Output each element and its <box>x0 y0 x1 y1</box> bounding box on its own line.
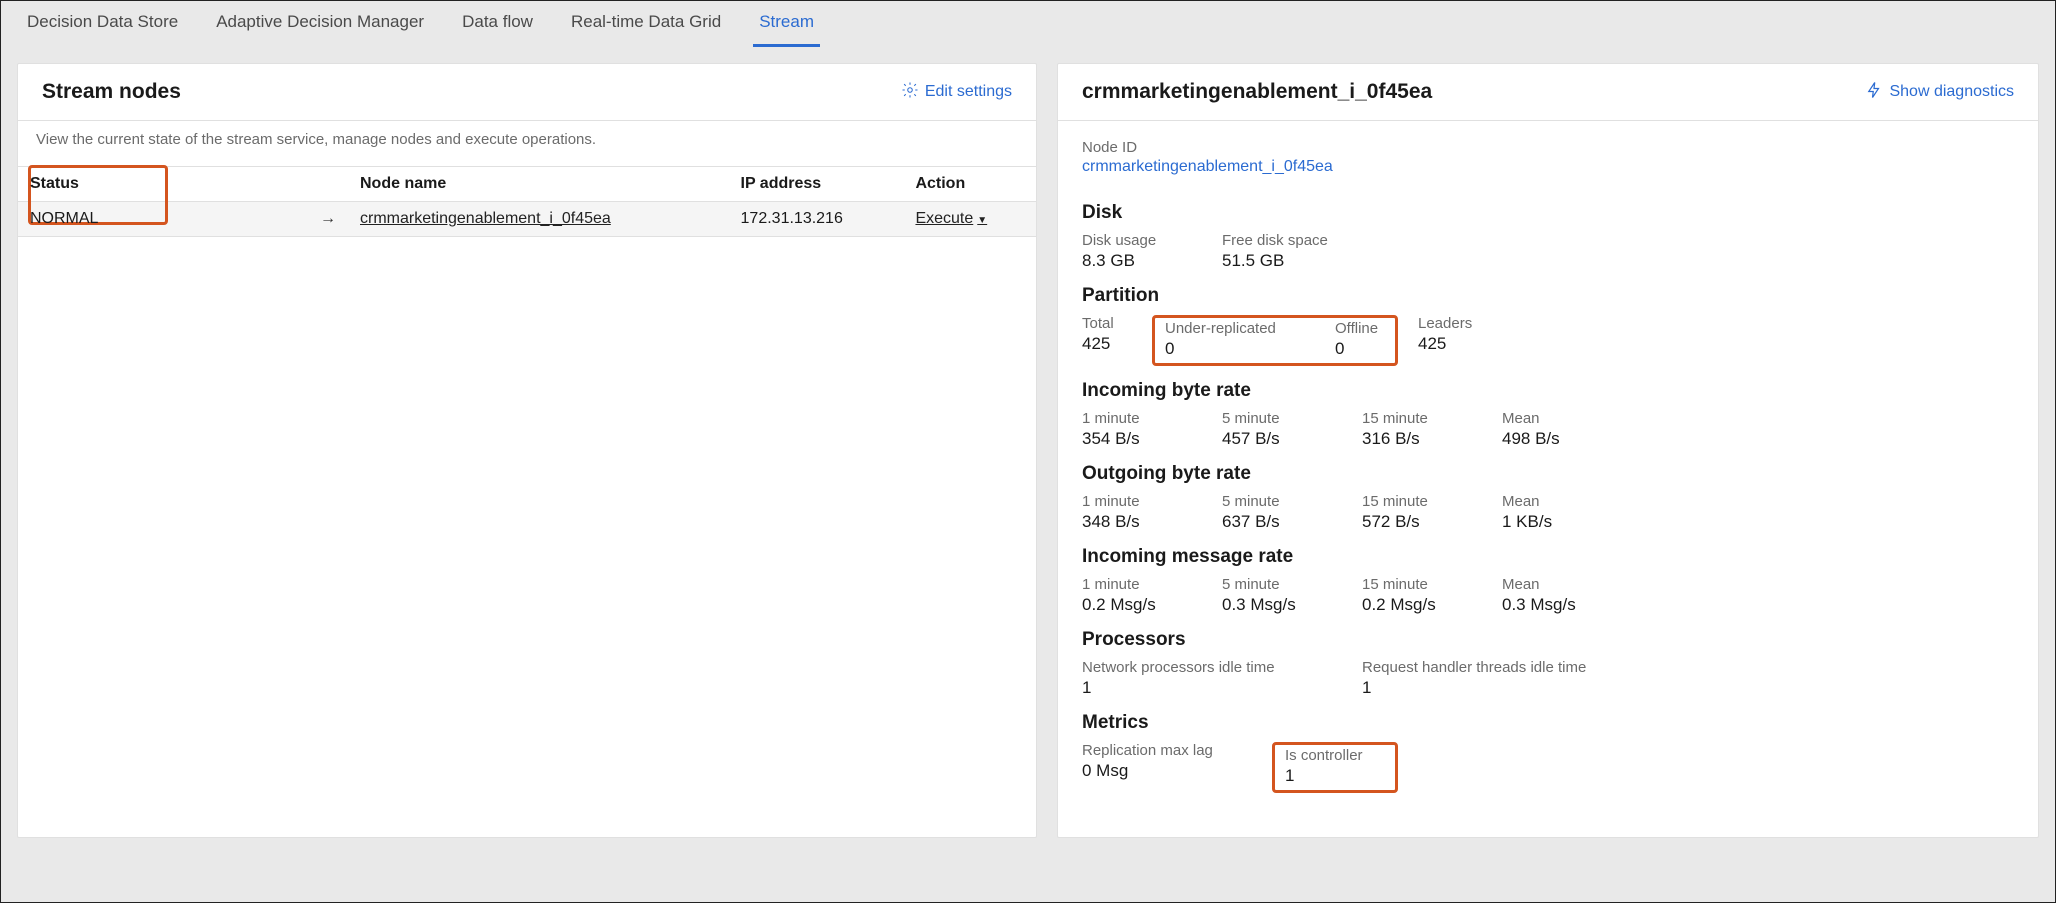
nodes-table: Status Node name IP address Action NORMA… <box>18 167 1036 237</box>
out-byte-heading: Outgoing byte rate <box>1082 463 2014 485</box>
execute-label: Execute <box>915 210 973 228</box>
metrics-heading: Metrics <box>1082 712 2014 734</box>
col-node-name: Node name <box>348 167 729 202</box>
in-msg-mean-label: Mean <box>1502 576 1602 593</box>
repl-lag-value: 0 Msg <box>1082 761 1242 781</box>
in-byte-5m-label: 5 minute <box>1222 410 1322 427</box>
arrow-right-icon: → <box>320 210 336 227</box>
edit-settings-button[interactable]: Edit settings <box>901 81 1012 104</box>
in-byte-5m-value: 457 B/s <box>1222 429 1322 449</box>
bolt-icon <box>1865 81 1883 104</box>
free-disk-value: 51.5 GB <box>1222 251 1328 271</box>
req-thread-label: Request handler threads idle time <box>1362 659 1602 676</box>
in-byte-1m-label: 1 minute <box>1082 410 1182 427</box>
edit-settings-label: Edit settings <box>925 83 1012 101</box>
in-msg-5m-value: 0.3 Msg/s <box>1222 595 1322 615</box>
node-detail-title: crmmarketingenablement_i_0f45ea <box>1082 80 1432 104</box>
free-disk-label: Free disk space <box>1222 232 1328 249</box>
col-action: Action <box>903 167 1036 202</box>
net-proc-value: 1 <box>1082 678 1322 698</box>
disk-usage-value: 8.3 GB <box>1082 251 1182 271</box>
ip-value: 172.31.13.216 <box>729 202 904 237</box>
col-status: Status <box>30 175 79 192</box>
req-thread-value: 1 <box>1362 678 1602 698</box>
disk-usage-label: Disk usage <box>1082 232 1182 249</box>
tab-real-time-data-grid[interactable]: Real-time Data Grid <box>565 6 727 47</box>
disk-heading: Disk <box>1082 202 2014 224</box>
gear-icon <box>901 81 919 104</box>
repl-lag-label: Replication max lag <box>1082 742 1242 759</box>
in-byte-heading: Incoming byte rate <box>1082 380 2014 402</box>
in-msg-mean-value: 0.3 Msg/s <box>1502 595 1602 615</box>
partition-heading: Partition <box>1082 285 2014 307</box>
in-byte-15m-label: 15 minute <box>1362 410 1462 427</box>
is-ctrl-label: Is controller <box>1285 747 1385 764</box>
in-msg-15m-label: 15 minute <box>1362 576 1462 593</box>
out-byte-5m-value: 637 B/s <box>1222 512 1322 532</box>
in-byte-1m-value: 354 B/s <box>1082 429 1182 449</box>
partition-leaders-label: Leaders <box>1418 315 1518 332</box>
tab-data-flow[interactable]: Data flow <box>456 6 539 47</box>
in-msg-15m-value: 0.2 Msg/s <box>1362 595 1462 615</box>
tab-decision-data-store[interactable]: Decision Data Store <box>21 6 184 47</box>
partition-offline-label: Offline <box>1335 320 1385 337</box>
stream-nodes-description: View the current state of the stream ser… <box>18 121 1036 167</box>
node-detail-header: crmmarketingenablement_i_0f45ea Show dia… <box>1058 64 2038 121</box>
status-value: NORMAL <box>30 210 98 227</box>
show-diagnostics-button[interactable]: Show diagnostics <box>1865 81 2014 104</box>
stream-nodes-panel: Stream nodes Edit settings View the curr… <box>17 63 1037 838</box>
show-diagnostics-label: Show diagnostics <box>1889 83 2014 101</box>
partition-total-value: 425 <box>1082 334 1132 354</box>
in-msg-5m-label: 5 minute <box>1222 576 1322 593</box>
processors-heading: Processors <box>1082 629 2014 651</box>
in-byte-mean-value: 498 B/s <box>1502 429 1602 449</box>
partition-under-value: 0 <box>1165 339 1295 359</box>
col-ip: IP address <box>729 167 904 202</box>
partition-total-label: Total <box>1082 315 1132 332</box>
partition-leaders-value: 425 <box>1418 334 1518 354</box>
top-tabs: Decision Data Store Adaptive Decision Ma… <box>1 1 2055 47</box>
net-proc-label: Network processors idle time <box>1082 659 1322 676</box>
out-byte-15m-value: 572 B/s <box>1362 512 1462 532</box>
in-byte-15m-value: 316 B/s <box>1362 429 1462 449</box>
out-byte-1m-value: 348 B/s <box>1082 512 1182 532</box>
out-byte-15m-label: 15 minute <box>1362 493 1462 510</box>
chevron-down-icon: ▼ <box>977 215 987 226</box>
partition-under-label: Under-replicated <box>1165 320 1295 337</box>
tab-stream[interactable]: Stream <box>753 6 820 47</box>
node-id-label: Node ID <box>1082 139 2014 156</box>
node-id-link[interactable]: crmmarketingenablement_i_0f45ea <box>1082 158 1333 176</box>
out-byte-1m-label: 1 minute <box>1082 493 1182 510</box>
execute-menu[interactable]: Execute ▼ <box>915 210 987 228</box>
table-row[interactable]: NORMAL → crmmarketingenablement_i_0f45ea… <box>18 202 1036 237</box>
partition-highlight: Under-replicated 0 Offline 0 <box>1152 315 1398 366</box>
in-msg-1m-label: 1 minute <box>1082 576 1182 593</box>
stream-nodes-title: Stream nodes <box>42 80 181 104</box>
in-msg-1m-value: 0.2 Msg/s <box>1082 595 1182 615</box>
out-byte-5m-label: 5 minute <box>1222 493 1322 510</box>
metrics-highlight: Is controller 1 <box>1272 742 1398 793</box>
stream-nodes-header: Stream nodes Edit settings <box>18 64 1036 121</box>
out-byte-mean-label: Mean <box>1502 493 1602 510</box>
partition-offline-value: 0 <box>1335 339 1385 359</box>
tab-adaptive-decision-manager[interactable]: Adaptive Decision Manager <box>210 6 430 47</box>
main-layout: Stream nodes Edit settings View the curr… <box>1 47 2055 854</box>
in-byte-mean-label: Mean <box>1502 410 1602 427</box>
is-ctrl-value: 1 <box>1285 766 1385 786</box>
out-byte-mean-value: 1 KB/s <box>1502 512 1602 532</box>
node-name-link[interactable]: crmmarketingenablement_i_0f45ea <box>360 210 611 227</box>
in-msg-heading: Incoming message rate <box>1082 546 2014 568</box>
node-detail-body: Node ID crmmarketingenablement_i_0f45ea … <box>1058 121 2038 837</box>
node-detail-panel: crmmarketingenablement_i_0f45ea Show dia… <box>1057 63 2039 838</box>
